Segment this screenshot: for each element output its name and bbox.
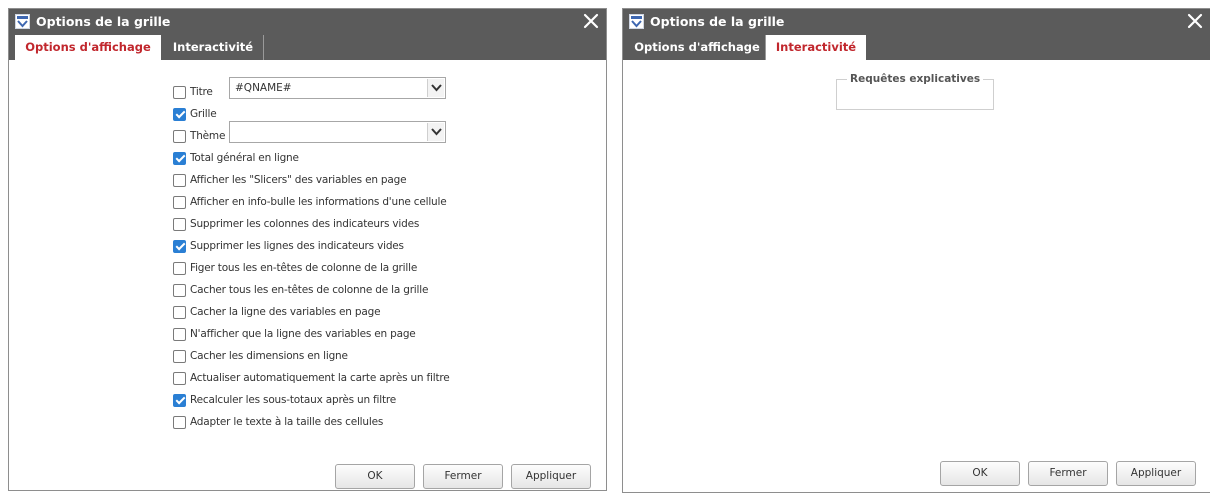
option-item: Afficher les "Slicers" des variables en … xyxy=(173,172,407,188)
option-checkbox[interactable] xyxy=(173,173,186,187)
dialog-titlebar[interactable]: Options de la grille xyxy=(9,9,606,35)
theme-checkbox[interactable] xyxy=(173,129,186,143)
close-button[interactable]: Fermer xyxy=(423,464,503,489)
explanatory-queries-group: Requêtes explicatives xyxy=(836,73,994,110)
option-checkbox[interactable] xyxy=(173,415,186,429)
dialog-title: Options de la grille xyxy=(36,14,171,29)
option-checkbox[interactable] xyxy=(173,327,186,341)
option-checkbox[interactable] xyxy=(173,261,186,275)
option-label: Afficher en info-bulle les informations … xyxy=(190,196,447,208)
theme-select[interactable] xyxy=(229,121,446,143)
option-item: Figer tous les en-têtes de colonne de la… xyxy=(173,260,417,276)
option-item: Cacher tous les en-têtes de colonne de l… xyxy=(173,282,428,298)
option-theme: Thème xyxy=(173,128,225,144)
option-item: Supprimer les colonnes des indicateurs v… xyxy=(173,216,419,232)
option-label: Cacher tous les en-têtes de colonne de l… xyxy=(190,284,429,296)
grid-options-dialog-display: Options de la grille Options d'affichage… xyxy=(8,8,607,491)
option-label: Cacher la ligne des variables en page xyxy=(190,306,381,318)
tab-divider xyxy=(263,35,264,60)
option-item: Actualiser automatiquement la carte aprè… xyxy=(173,370,450,386)
option-label: Cacher les dimensions en ligne xyxy=(190,350,348,362)
option-title: Titre xyxy=(173,84,213,100)
option-label: Actualiser automatiquement la carte aprè… xyxy=(190,372,450,384)
close-button[interactable]: Fermer xyxy=(1028,461,1108,486)
tab-interactivity[interactable]: Interactivité xyxy=(163,35,263,60)
option-item: Afficher en info-bulle les informations … xyxy=(173,194,447,210)
option-item: Total général en ligne xyxy=(173,150,299,166)
option-label: Figer tous les en-têtes de colonne de la… xyxy=(190,262,418,274)
grid-options-icon xyxy=(15,14,30,29)
option-label: Afficher les "Slicers" des variables en … xyxy=(190,174,407,186)
grid-checkbox[interactable] xyxy=(173,107,186,121)
dialog-titlebar[interactable]: Options de la grille xyxy=(623,9,1210,35)
option-label: Total général en ligne xyxy=(190,152,299,164)
option-checkbox[interactable] xyxy=(173,217,186,231)
tab-bar: Options d'affichage Interactivité xyxy=(9,35,606,60)
option-checkbox[interactable] xyxy=(173,371,186,385)
option-grid: Grille xyxy=(173,106,217,122)
title-select-value: #QNAME# xyxy=(235,82,292,94)
option-label: N'afficher que la ligne des variables en… xyxy=(190,328,416,340)
option-checkbox[interactable] xyxy=(173,283,186,297)
tab-display-options[interactable]: Options d'affichage xyxy=(15,35,161,60)
option-label: Adapter le texte à la taille des cellule… xyxy=(190,416,384,428)
option-label: Supprimer les lignes des indicateurs vid… xyxy=(190,240,404,252)
tab-interactivity[interactable]: Interactivité xyxy=(766,35,866,60)
option-checkbox[interactable] xyxy=(173,305,186,319)
apply-button[interactable]: Appliquer xyxy=(511,464,591,489)
option-checkbox[interactable] xyxy=(173,151,186,165)
option-item: Supprimer les lignes des indicateurs vid… xyxy=(173,238,404,254)
dialog-title: Options de la grille xyxy=(650,14,785,29)
option-item: Cacher les dimensions en ligne xyxy=(173,348,348,364)
option-checkbox[interactable] xyxy=(173,239,186,253)
option-label: Titre xyxy=(190,86,213,98)
ok-button[interactable]: OK xyxy=(940,461,1020,486)
group-title: Requêtes explicatives xyxy=(847,73,984,85)
close-icon[interactable] xyxy=(581,11,601,31)
title-select[interactable]: #QNAME# xyxy=(229,77,446,99)
option-label: Supprimer les colonnes des indicateurs v… xyxy=(190,218,420,230)
grid-options-dialog-interactivity: Options de la grille Options d'affichage… xyxy=(622,8,1210,493)
option-checkbox[interactable] xyxy=(173,349,186,363)
ok-button[interactable]: OK xyxy=(335,464,415,489)
chevron-down-icon[interactable] xyxy=(427,123,444,141)
option-label: Recalculer les sous-totaux après un filt… xyxy=(190,394,397,406)
option-checkbox[interactable] xyxy=(173,195,186,209)
option-item: Adapter le texte à la taille des cellule… xyxy=(173,414,383,430)
option-label: Grille xyxy=(190,108,217,120)
tab-display-options[interactable]: Options d'affichage xyxy=(629,35,765,60)
close-icon[interactable] xyxy=(1185,11,1205,31)
grid-options-icon xyxy=(629,14,644,29)
apply-button[interactable]: Appliquer xyxy=(1116,461,1196,486)
title-checkbox[interactable] xyxy=(173,85,186,99)
option-label: Thème xyxy=(190,130,226,142)
option-item: Cacher la ligne des variables en page xyxy=(173,304,381,320)
chevron-down-icon[interactable] xyxy=(427,79,444,97)
tab-bar: Options d'affichage Interactivité xyxy=(623,35,1210,60)
option-checkbox[interactable] xyxy=(173,393,186,407)
option-item: Recalculer les sous-totaux après un filt… xyxy=(173,392,396,408)
option-item: N'afficher que la ligne des variables en… xyxy=(173,326,416,342)
